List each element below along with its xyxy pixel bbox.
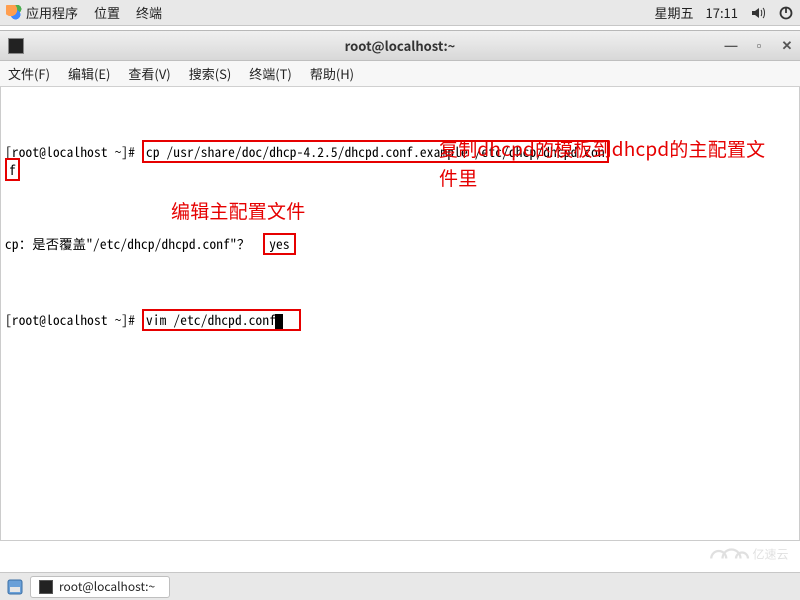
close-button[interactable]: ✕: [780, 38, 794, 54]
maximize-button[interactable]: ▫: [752, 38, 766, 54]
taskbar-item-terminal[interactable]: root@localhost:~: [30, 576, 170, 598]
watermark-logo: 亿速云: [700, 536, 790, 566]
taskbar: root@localhost:~: [0, 572, 800, 600]
top-panel-menu: 应用程序 位置 终端: [26, 3, 162, 22]
menu-view[interactable]: 查看(V): [128, 64, 170, 83]
show-desktop-icon[interactable]: [6, 578, 24, 596]
menu-terminal[interactable]: 终端: [136, 3, 162, 22]
menu-places[interactable]: 位置: [94, 3, 120, 22]
menu-file[interactable]: 文件(F): [8, 64, 50, 83]
cmd-vim: vim /etc/dhcpd.conf: [146, 310, 276, 329]
window-controls: — ▫ ✕: [724, 38, 794, 54]
top-panel-right: 星期五 17:11: [655, 3, 795, 22]
titlebar[interactable]: root@localhost:~ — ▫ ✕: [0, 31, 800, 61]
terminal-line-4: [root@localhost ~]# vim /etc/dhcpd.conf: [5, 309, 795, 331]
gnome-footprint-icon: [6, 5, 22, 21]
shell-prompt: [root@localhost ~]#: [5, 142, 135, 161]
window-title: root@localhost:~: [345, 36, 456, 55]
power-icon[interactable]: [778, 5, 794, 21]
volume-icon[interactable]: [750, 5, 766, 21]
menu-applications[interactable]: 应用程序: [26, 3, 78, 22]
minimize-button[interactable]: —: [724, 38, 738, 54]
taskbar-item-label: root@localhost:~: [59, 578, 155, 595]
highlight-box-cp-wrap: f: [5, 158, 20, 181]
annotation-below: 编辑主配置文件: [171, 197, 305, 226]
terminal-cursor: [275, 314, 283, 329]
highlight-box-vim: vim /etc/dhcpd.conf: [142, 309, 301, 331]
terminal-body[interactable]: [root@localhost ~]# cp /usr/share/doc/dh…: [0, 87, 800, 541]
menu-edit[interactable]: 编辑(E): [68, 64, 110, 83]
top-panel: 应用程序 位置 终端 星期五 17:11: [0, 0, 800, 26]
highlight-box-yes: yes: [263, 233, 296, 255]
svg-text:亿速云: 亿速云: [753, 547, 789, 562]
clock-time[interactable]: 17:11: [706, 3, 738, 22]
terminal-menubar: 文件(F) 编辑(E) 查看(V) 搜索(S) 终端(T) 帮助(H): [0, 61, 800, 87]
menu-search[interactable]: 搜索(S): [189, 64, 232, 83]
annotation-right: 复制dhcpd的模板到dhcpd的主配置文件里: [439, 135, 779, 192]
terminal-window: root@localhost:~ — ▫ ✕ 文件(F) 编辑(E) 查看(V)…: [0, 30, 800, 541]
taskbar-app-icon: [39, 580, 53, 594]
menu-help[interactable]: 帮助(H): [310, 64, 354, 83]
shell-prompt-2: [root@localhost ~]#: [5, 310, 135, 329]
clock-day[interactable]: 星期五: [655, 3, 694, 22]
window-app-icon: [8, 38, 24, 54]
terminal-line-3: cp：是否覆盖"/etc/dhcp/dhcpd.conf"？ yes: [5, 233, 795, 255]
menu-term[interactable]: 终端(T): [249, 64, 292, 83]
overwrite-prompt: cp：是否覆盖"/etc/dhcp/dhcpd.conf"？: [5, 234, 250, 253]
